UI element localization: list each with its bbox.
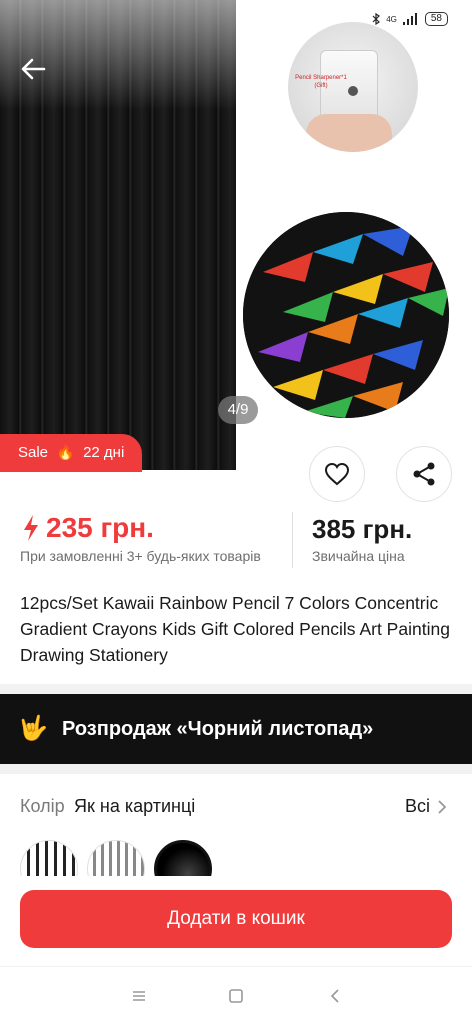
- section-divider: [0, 684, 472, 694]
- all-colors-label: Всі: [404, 796, 430, 816]
- heart-icon: [324, 462, 350, 486]
- fire-icon: 🔥: [56, 444, 75, 461]
- lightning-icon: [24, 515, 38, 541]
- color-swatch[interactable]: [20, 840, 78, 876]
- sale-label: Sale: [18, 444, 49, 461]
- pencil-tips-image: [243, 212, 449, 418]
- menu-icon[interactable]: [130, 987, 148, 1005]
- promo-text: Розпродаж «Чорний листопад»: [62, 717, 374, 740]
- chevron-right-icon: [438, 799, 446, 814]
- share-icon: [413, 462, 435, 486]
- home-icon[interactable]: [227, 987, 245, 1005]
- promo-banner[interactable]: 🤟 Розпродаж «Чорний листопад»: [0, 694, 472, 764]
- add-to-cart-button[interactable]: Додати в кошик: [20, 890, 452, 948]
- signal-icon: [402, 13, 417, 25]
- price-divider: [292, 512, 293, 568]
- current-price-note: При замовленні 3+ будь-яких товарів: [20, 548, 261, 564]
- status-bar: 4G 58: [372, 12, 448, 26]
- regular-price-value: 385 грн.: [312, 514, 413, 544]
- product-title: 12pcs/Set Kawaii Rainbow Pencil 7 Colors…: [20, 593, 450, 665]
- product-gallery[interactable]: Pencil Sharpener*1 (Gift) 4/9: [0, 0, 472, 470]
- all-colors-link[interactable]: Всі: [405, 796, 446, 817]
- bluetooth-icon: [372, 13, 381, 25]
- current-price: 235 грн.: [22, 512, 154, 544]
- system-nav-bar: [0, 966, 472, 1024]
- color-swatches: [0, 840, 472, 876]
- sale-days: 22 дні: [83, 444, 125, 461]
- gallery-counter: 4/9: [218, 396, 258, 424]
- regular-price-note: Звичайна ціна: [312, 548, 405, 564]
- share-button[interactable]: [396, 446, 452, 502]
- back-icon[interactable]: [326, 987, 344, 1005]
- current-price-value: 235 грн.: [46, 512, 154, 543]
- section-divider: [0, 764, 472, 774]
- color-value: Як на картинці: [74, 796, 196, 816]
- back-arrow-icon[interactable]: [18, 54, 48, 84]
- color-swatch[interactable]: [87, 840, 145, 876]
- sharpener-label: Pencil Sharpener*1 (Gift): [295, 75, 347, 89]
- favorite-button[interactable]: [309, 446, 365, 502]
- rock-hand-icon: 🤟: [18, 715, 48, 742]
- color-swatch-selected[interactable]: [154, 840, 212, 876]
- network-type: 4G: [386, 14, 397, 24]
- color-selector[interactable]: Колір Як на картинці Всі: [0, 786, 472, 826]
- color-label: Колір: [20, 796, 65, 816]
- sale-badge: Sale 🔥 22 дні: [0, 434, 143, 472]
- price-section: 235 грн. При замовленні 3+ будь-яких тов…: [0, 506, 472, 578]
- battery-indicator: 58: [424, 12, 448, 26]
